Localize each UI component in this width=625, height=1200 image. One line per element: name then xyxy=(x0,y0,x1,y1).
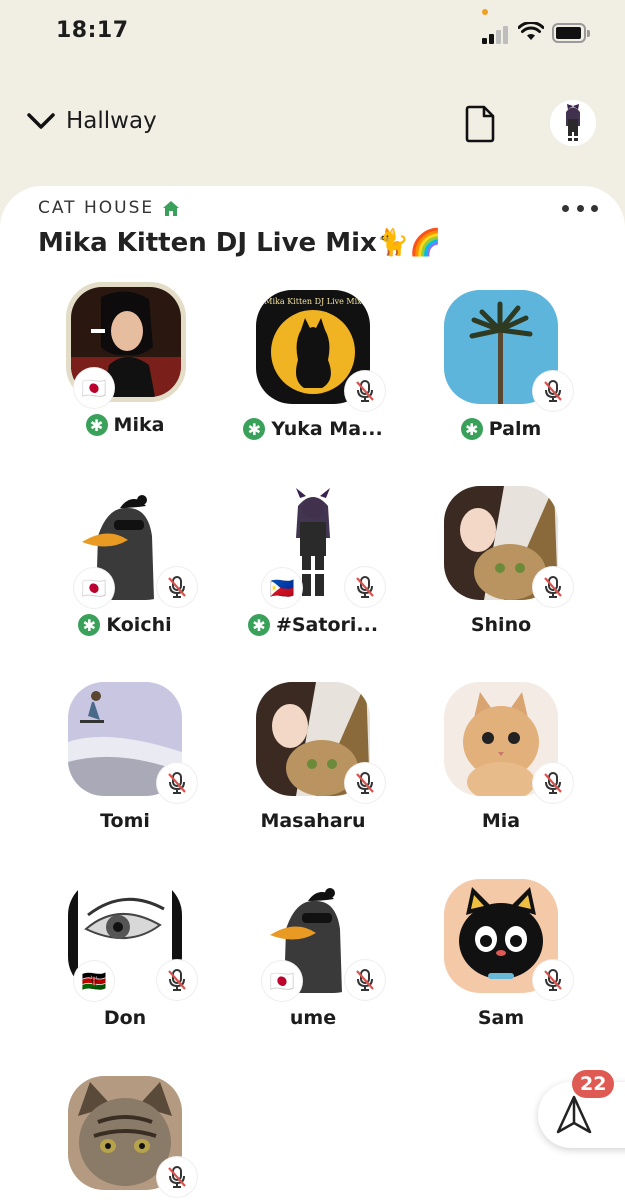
battery-icon xyxy=(552,23,590,43)
flag-badge: 🇰🇪 xyxy=(74,961,114,1001)
muted-mic-icon xyxy=(533,567,573,607)
muted-mic-icon xyxy=(533,960,573,1000)
speaker-partial[interactable] xyxy=(38,1076,208,1200)
muted-mic-icon xyxy=(157,1157,197,1197)
speaker-name-row: Shino xyxy=(414,614,588,636)
speaker-mika[interactable]: 🇯🇵 ✱ Mika xyxy=(38,282,208,464)
speaker-don[interactable]: 🇰🇪 Don xyxy=(38,879,208,1057)
speaker-name-row: ✱ Palm xyxy=(414,418,588,440)
speaker-sam[interactable]: Sam xyxy=(414,879,584,1057)
flag-icon: 🇰🇪 xyxy=(81,969,107,993)
speaker-tomi[interactable]: Tomi xyxy=(38,682,208,860)
speaker-yuka[interactable]: Mika Kitten DJ Live Mix ✱ Yuka Ma... xyxy=(226,290,396,468)
flag-icon: 🇯🇵 xyxy=(81,576,107,600)
speaker-shino[interactable]: Shino xyxy=(414,486,584,664)
speaker-name: ume xyxy=(289,1007,337,1029)
muted-mic-icon xyxy=(345,371,385,411)
muted-mic-icon xyxy=(157,763,197,803)
club-name-link[interactable]: CAT HOUSE xyxy=(38,198,180,218)
moderator-star-icon: ✱ xyxy=(85,414,108,436)
speaker-name: Palm xyxy=(488,418,542,440)
notification-count-badge: 22 xyxy=(572,1070,615,1098)
speaker-name-row: Masaharu xyxy=(226,810,400,832)
flag-badge: 🇯🇵 xyxy=(74,368,114,408)
speaker-name-row: Mia xyxy=(414,810,588,832)
speaker-name-row: Don xyxy=(38,1007,212,1029)
speaker-name-row: ✱ Yuka Ma... xyxy=(226,418,400,440)
house-icon xyxy=(163,200,180,216)
speaker-name-row: Sam xyxy=(414,1007,588,1029)
speaker-palm[interactable]: ✱ Palm xyxy=(414,290,584,468)
muted-mic-icon xyxy=(533,763,573,803)
moderator-star-icon: ✱ xyxy=(247,614,270,636)
speaker-name: Shino xyxy=(470,614,532,636)
speaker-name-row: ✱ Koichi xyxy=(38,614,212,636)
chevron-down-icon xyxy=(27,113,55,129)
muted-mic-icon xyxy=(157,567,197,607)
speaker-name-row: ✱ Mika xyxy=(38,414,212,436)
avatar-caption: Mika Kitten DJ Live Mix xyxy=(264,297,362,306)
speaker-mia[interactable]: Mia xyxy=(414,682,584,860)
status-bar: 18:17 xyxy=(0,0,625,66)
wifi-icon xyxy=(518,22,544,40)
room-title: Mika Kitten DJ Live Mix🐈🌈 xyxy=(38,228,442,258)
speaker-name-row: ✱ #Satori... xyxy=(226,614,400,636)
speaker-name: Mia xyxy=(481,810,521,832)
speaker-ume[interactable]: 🇯🇵 ume xyxy=(226,879,396,1057)
speaker-name: Koichi xyxy=(106,614,172,636)
flag-badge: 🇯🇵 xyxy=(74,568,114,608)
document-icon[interactable] xyxy=(462,104,498,144)
back-to-hallway-button[interactable]: Hallway xyxy=(24,104,157,138)
speaker-name: #Satori... xyxy=(275,614,379,636)
speaker-name: Mika xyxy=(113,414,165,436)
speaker-masaharu[interactable]: Masaharu xyxy=(226,682,396,860)
speaker-name: Yuka Ma... xyxy=(271,418,383,440)
more-options-button[interactable] xyxy=(562,198,598,218)
flag-badge: 🇯🇵 xyxy=(262,961,302,1001)
club-name: CAT HOUSE xyxy=(38,198,155,218)
cellular-signal-icon xyxy=(482,24,510,44)
speaker-name-row: ume xyxy=(226,1007,400,1029)
moderator-star-icon: ✱ xyxy=(460,418,483,440)
flag-badge: 🇵🇭 xyxy=(262,568,302,608)
send-icon xyxy=(556,1095,592,1134)
speaker-name: Tomi xyxy=(100,810,150,832)
profile-avatar[interactable] xyxy=(550,100,596,146)
moderator-star-icon: ✱ xyxy=(78,614,101,636)
speaker-satori[interactable]: 🇵🇭 ✱ #Satori... xyxy=(226,486,396,664)
flag-icon: 🇵🇭 xyxy=(269,576,295,600)
muted-mic-icon xyxy=(533,371,573,411)
muted-mic-icon xyxy=(157,960,197,1000)
muted-mic-icon xyxy=(345,763,385,803)
speaker-name-row: Tomi xyxy=(38,810,212,832)
muted-mic-icon xyxy=(345,567,385,607)
status-time: 18:17 xyxy=(56,18,129,43)
speaker-name: Masaharu xyxy=(260,810,366,832)
muted-mic-icon xyxy=(345,960,385,1000)
flag-icon: 🇯🇵 xyxy=(81,376,107,400)
speaker-name: Sam xyxy=(477,1007,525,1029)
privacy-indicator-dot xyxy=(482,9,488,15)
speaker-koichi[interactable]: 🇯🇵 ✱ Koichi xyxy=(38,486,208,664)
speaker-name: Don xyxy=(103,1007,147,1029)
flag-icon: 🇯🇵 xyxy=(269,969,295,993)
back-label: Hallway xyxy=(66,108,157,134)
moderator-star-icon: ✱ xyxy=(243,418,266,440)
